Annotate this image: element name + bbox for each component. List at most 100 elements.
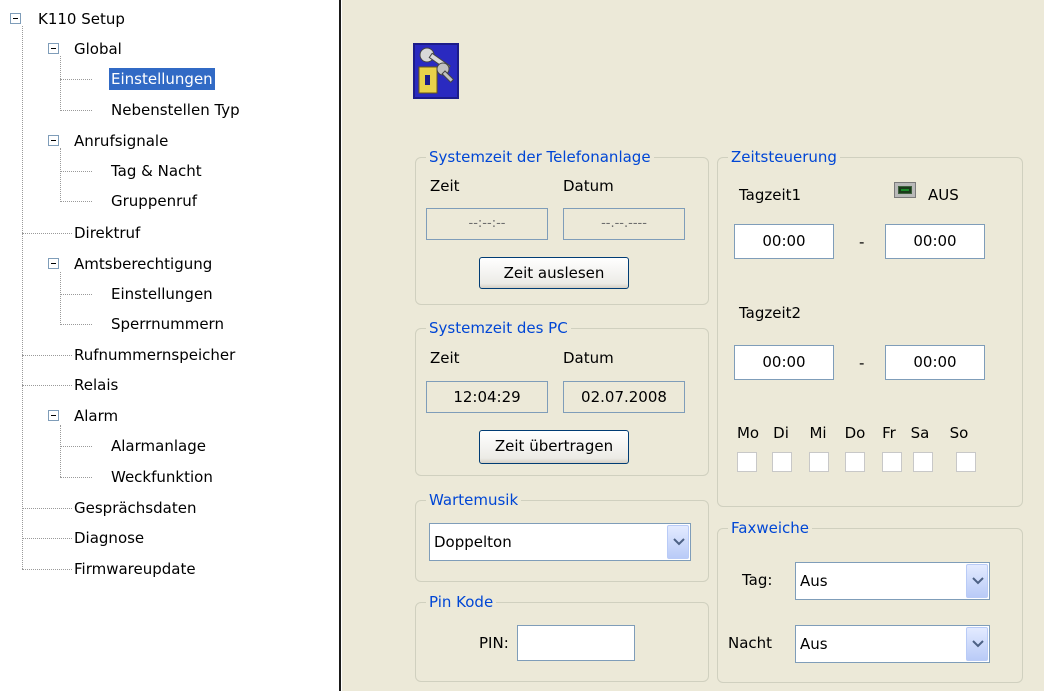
tree-item-anrufsignale[interactable]: Anrufsignale — [72, 130, 170, 152]
tree-line — [22, 508, 72, 509]
day-checkbox-fr[interactable] — [882, 452, 902, 472]
splitter-bar[interactable] — [339, 0, 341, 691]
tree-line — [22, 385, 72, 386]
day-checkbox-mo[interactable] — [737, 452, 757, 472]
group-legend: Systemzeit des PC — [426, 318, 571, 338]
group-legend: Wartemusik — [426, 490, 522, 510]
status-led-icon — [894, 182, 916, 198]
status-aus-label: AUS — [928, 186, 959, 204]
tree-item-sperrnummern[interactable]: Sperrnummern — [109, 313, 226, 335]
fax-nacht-label: Nacht — [728, 634, 773, 652]
collapse-icon[interactable] — [48, 43, 59, 54]
tagzeit2-from-input[interactable]: 00:00 — [734, 345, 834, 380]
chevron-down-icon[interactable] — [966, 627, 988, 661]
tree-line — [60, 171, 92, 172]
tree-line — [60, 110, 92, 111]
tree-item-relais[interactable]: Relais — [72, 374, 120, 396]
day-label-fr: Fr — [882, 424, 896, 442]
chevron-down-icon[interactable] — [966, 564, 988, 598]
tree-line — [22, 233, 72, 234]
zeit-label: Zeit — [430, 349, 460, 367]
splitter[interactable] — [330, 0, 342, 691]
day-label-di: Di — [773, 424, 789, 442]
datum-label: Datum — [563, 177, 614, 195]
tree-item-weckfunktion[interactable]: Weckfunktion — [109, 466, 215, 488]
collapse-icon[interactable] — [48, 135, 59, 146]
tree-line — [60, 425, 61, 477]
wartemusik-select[interactable]: Doppelton — [429, 523, 691, 561]
datum-label: Datum — [563, 349, 614, 367]
tree-item-firmwareupdate[interactable]: Firmwareupdate — [72, 558, 198, 580]
wartemusik-value: Doppelton — [434, 533, 512, 551]
day-checkbox-so[interactable] — [956, 452, 976, 472]
zeit-auslesen-button[interactable]: Zeit auslesen — [479, 257, 629, 289]
anlage-datum-field: --.--.---- — [563, 208, 685, 240]
pc-datum-field: 02.07.2008 — [563, 381, 685, 413]
keys-lock-icon — [413, 43, 459, 99]
dash-label: - — [859, 354, 865, 372]
day-checkbox-do[interactable] — [845, 452, 865, 472]
fax-tag-label: Tag: — [742, 571, 773, 589]
day-label-mi: Mi — [809, 424, 827, 442]
collapse-icon[interactable] — [48, 410, 59, 421]
collapse-icon[interactable] — [10, 13, 21, 24]
tree-item-alarmanlage[interactable]: Alarmanlage — [109, 435, 208, 457]
group-legend: Faxweiche — [728, 518, 812, 538]
tree-line — [60, 294, 92, 295]
tagzeit1-label: Tagzeit1 — [739, 186, 802, 204]
tree-line — [60, 56, 61, 111]
tree-item-alarm[interactable]: Alarm — [72, 405, 120, 427]
group-legend: Zeitsteuerung — [728, 147, 840, 167]
fax-nacht-value: Aus — [800, 635, 828, 653]
tree-line — [60, 79, 92, 80]
group-legend: Systemzeit der Telefonanlage — [426, 147, 654, 167]
setup-tree[interactable]: K110 Setup Global Einstellungen Nebenste… — [0, 0, 330, 691]
tree-line — [60, 477, 92, 478]
zeit-label: Zeit — [430, 177, 460, 195]
tagzeit1-from-input[interactable]: 00:00 — [734, 224, 834, 259]
tree-line — [60, 201, 92, 202]
tree-line — [60, 272, 61, 325]
tree-item-root[interactable]: K110 Setup — [36, 8, 127, 30]
day-label-do: Do — [844, 424, 866, 442]
fax-nacht-select[interactable]: Aus — [795, 625, 990, 663]
group-zeitsteuerung: Zeitsteuerung — [717, 147, 1023, 507]
pin-input[interactable] — [517, 625, 635, 661]
tree-item-gespraechsdaten[interactable]: Gesprächsdaten — [72, 497, 198, 519]
anlage-zeit-field: --:--:-- — [426, 208, 548, 240]
tree-item-rufnummernspeicher[interactable]: Rufnummernspeicher — [72, 344, 237, 366]
tree-item-global-einstellungen[interactable]: Einstellungen — [109, 68, 215, 90]
tagzeit2-label: Tagzeit2 — [739, 304, 802, 322]
day-checkbox-sa[interactable] — [913, 452, 933, 472]
day-label-mo: Mo — [736, 424, 760, 442]
dash-label: - — [859, 233, 865, 251]
day-label-sa: Sa — [910, 424, 930, 442]
group-legend: Pin Kode — [426, 592, 497, 612]
pin-label: PIN: — [479, 634, 509, 652]
fax-tag-select[interactable]: Aus — [795, 562, 990, 600]
tree-line — [60, 446, 92, 447]
tagzeit2-to-input[interactable]: 00:00 — [885, 345, 985, 380]
tree-item-direktruf[interactable]: Direktruf — [72, 222, 142, 244]
tree-item-nebenstellen-typ[interactable]: Nebenstellen Typ — [109, 99, 242, 121]
tree-line — [22, 355, 72, 356]
collapse-icon[interactable] — [48, 258, 59, 269]
day-checkbox-di[interactable] — [772, 452, 792, 472]
chevron-down-icon[interactable] — [667, 525, 689, 559]
fax-tag-value: Aus — [800, 572, 828, 590]
zeit-uebertragen-button[interactable]: Zeit übertragen — [479, 430, 629, 464]
settings-panel: Systemzeit der Telefonanlage Zeit Datum … — [342, 0, 1044, 691]
day-checkbox-mi[interactable] — [809, 452, 829, 472]
tree-item-diagnose[interactable]: Diagnose — [72, 527, 146, 549]
tree-item-global[interactable]: Global — [72, 38, 124, 60]
tree-line — [22, 569, 72, 570]
tree-line — [60, 148, 61, 200]
tree-item-amts-einstellungen[interactable]: Einstellungen — [109, 283, 215, 305]
tagzeit1-to-input[interactable]: 00:00 — [885, 224, 985, 259]
tree-line — [22, 26, 23, 569]
tree-line — [60, 324, 92, 325]
tree-item-tag-nacht[interactable]: Tag & Nacht — [109, 160, 204, 182]
tree-line — [22, 538, 72, 539]
tree-item-gruppenruf[interactable]: Gruppenruf — [109, 190, 199, 212]
tree-item-amtsberechtigung[interactable]: Amtsberechtigung — [72, 253, 214, 275]
